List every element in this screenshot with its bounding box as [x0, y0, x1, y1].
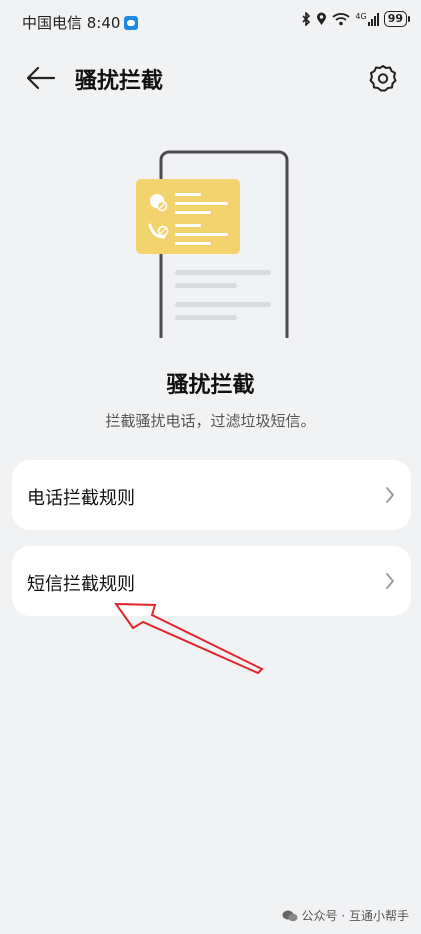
carrier-time: 中国电信 8:40: [22, 12, 139, 33]
gear-icon[interactable]: [369, 64, 397, 92]
call-block-rules-label: 电话拦截规则: [27, 488, 135, 509]
battery-level: 99: [387, 12, 403, 25]
hero-title: 骚扰拦截: [166, 373, 255, 398]
network-type: 4G: [355, 11, 367, 21]
carrier-time-text: 中国电信 8:40: [22, 14, 121, 32]
chevron-right-icon: [386, 487, 394, 503]
status-bar: 中国电信 8:40 4G 99: [0, 0, 421, 44]
hero-subtitle: 拦截骚扰电话，过滤垃圾短信。: [105, 412, 316, 430]
status-icons: 4G 99: [301, 11, 411, 27]
sms-block-rules-label: 短信拦截规则: [27, 574, 135, 595]
app-bar: 骚扰拦截: [0, 52, 421, 104]
wifi-icon: [332, 13, 350, 26]
back-arrow-icon[interactable]: [24, 64, 56, 92]
watermark: 公众号 · 互通小帮手: [282, 907, 409, 924]
wechat-icon: [282, 910, 298, 921]
carrier-app-icon: [124, 16, 139, 30]
page-title: 骚扰拦截: [75, 69, 164, 94]
bluetooth-icon: [302, 12, 311, 26]
call-block-rules-item[interactable]: 电话拦截规则: [12, 460, 411, 530]
location-icon: [317, 12, 327, 25]
phone-illustration: [136, 150, 289, 338]
watermark-text: 公众号 · 互通小帮手: [301, 909, 409, 923]
battery-icon: 99: [383, 11, 411, 27]
chevron-right-icon: [386, 573, 394, 589]
signal-icon: 4G: [355, 11, 379, 26]
sms-block-rules-item[interactable]: 短信拦截规则: [12, 546, 411, 616]
